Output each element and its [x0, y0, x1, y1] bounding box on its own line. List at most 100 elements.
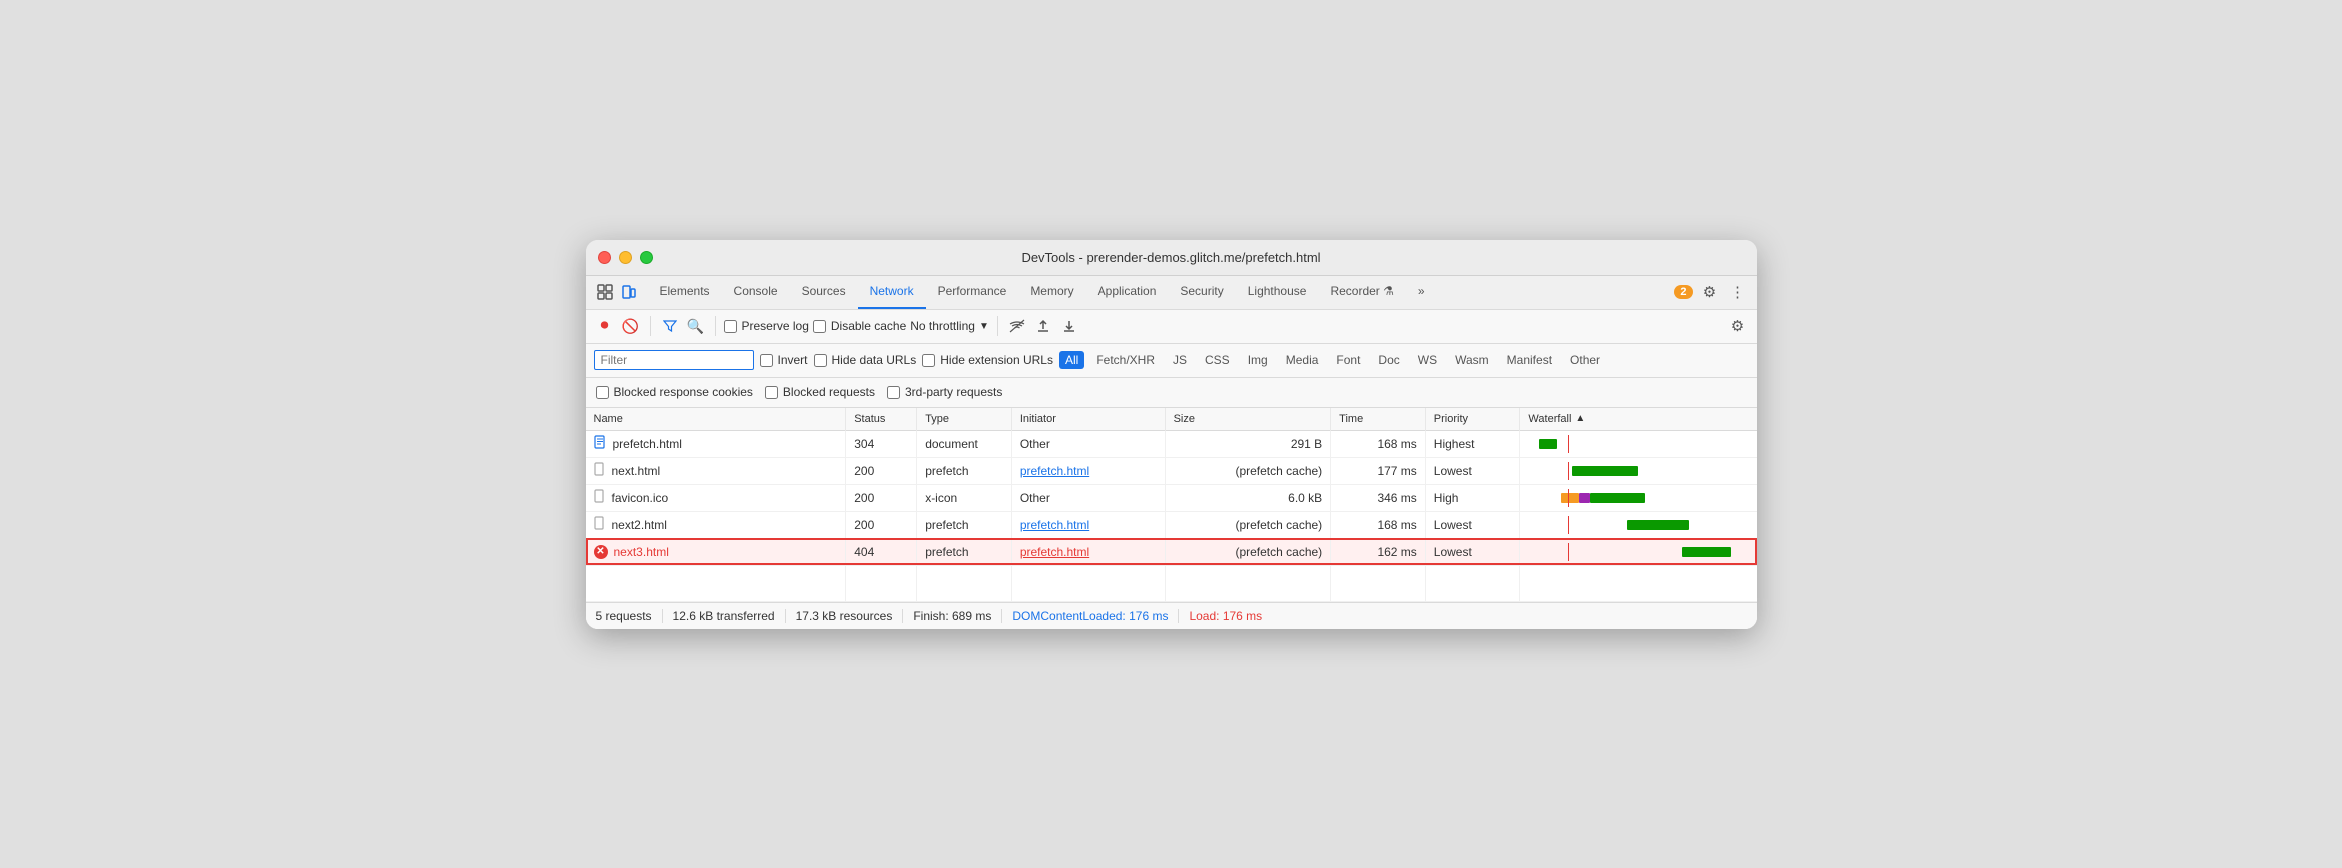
- file-icon: [594, 462, 606, 479]
- minimize-button[interactable]: [619, 251, 632, 264]
- clear-button[interactable]: 🚫: [620, 315, 642, 337]
- tab-memory[interactable]: Memory: [1018, 276, 1085, 309]
- settings-icon[interactable]: ⚙: [1699, 281, 1721, 303]
- cell-waterfall: [1520, 484, 1757, 511]
- hide-data-urls-input[interactable]: [814, 354, 827, 367]
- filter-fetch-xhr-button[interactable]: Fetch/XHR: [1090, 351, 1161, 369]
- search-button[interactable]: 🔍: [685, 315, 707, 337]
- cell-size: (prefetch cache): [1165, 511, 1331, 538]
- dom-content-loaded: DOMContentLoaded: 176 ms: [1002, 609, 1179, 623]
- separator-3: [997, 316, 998, 336]
- filter-js-button[interactable]: JS: [1167, 351, 1193, 369]
- cell-initiator: Other: [1011, 484, 1165, 511]
- filter-ws-button[interactable]: WS: [1412, 351, 1443, 369]
- hide-extension-urls-input[interactable]: [922, 354, 935, 367]
- close-button[interactable]: [598, 251, 611, 264]
- th-time[interactable]: Time: [1331, 408, 1426, 431]
- filter-all-button[interactable]: All: [1059, 351, 1084, 369]
- tab-bar-left-icons: [594, 281, 640, 303]
- tab-security[interactable]: Security: [1168, 276, 1235, 309]
- filter-icon-button[interactable]: [659, 315, 681, 337]
- waterfall-bar: [1590, 493, 1645, 503]
- disable-cache-input[interactable]: [813, 320, 826, 333]
- tab-sources[interactable]: Sources: [790, 276, 858, 309]
- table-row[interactable]: prefetch.html304documentOther291 B168 ms…: [586, 430, 1757, 457]
- filter-img-button[interactable]: Img: [1242, 351, 1274, 369]
- th-status[interactable]: Status: [846, 408, 917, 431]
- network-table-container: Name Status Type Initiator Size Time Pri…: [586, 408, 1757, 602]
- invert-checkbox[interactable]: Invert: [760, 353, 808, 367]
- third-party-checkbox[interactable]: 3rd-party requests: [887, 385, 1002, 399]
- cell-waterfall: [1520, 538, 1757, 565]
- tab-application[interactable]: Application: [1086, 276, 1169, 309]
- filter-wasm-button[interactable]: Wasm: [1449, 351, 1495, 369]
- tab-elements[interactable]: Elements: [648, 276, 722, 309]
- waterfall-redline: [1568, 543, 1569, 561]
- table-row[interactable]: next.html200prefetchprefetch.html(prefet…: [586, 457, 1757, 484]
- network-settings-icon[interactable]: ⚙: [1727, 315, 1749, 337]
- th-priority[interactable]: Priority: [1425, 408, 1520, 431]
- th-name[interactable]: Name: [586, 408, 846, 431]
- throttle-label: No throttling: [910, 319, 975, 333]
- resources-size: 17.3 kB resources: [786, 609, 904, 623]
- transferred-size: 12.6 kB transferred: [663, 609, 786, 623]
- tab-lighthouse[interactable]: Lighthouse: [1236, 276, 1319, 309]
- invert-input[interactable]: [760, 354, 773, 367]
- tab-performance[interactable]: Performance: [926, 276, 1019, 309]
- cell-initiator[interactable]: prefetch.html: [1011, 511, 1165, 538]
- cell-initiator[interactable]: prefetch.html: [1011, 538, 1165, 565]
- tab-recorder[interactable]: Recorder ⚗: [1318, 276, 1405, 309]
- th-type[interactable]: Type: [917, 408, 1012, 431]
- device-toolbar-icon[interactable]: [618, 281, 640, 303]
- preserve-log-checkbox[interactable]: Preserve log: [724, 319, 809, 333]
- table-row[interactable]: next2.html200prefetchprefetch.html(prefe…: [586, 511, 1757, 538]
- download-icon[interactable]: [1058, 315, 1080, 337]
- blocked-requests-checkbox[interactable]: Blocked requests: [765, 385, 875, 399]
- table-header-row: Name Status Type Initiator Size Time Pri…: [586, 408, 1757, 431]
- blocked-cookies-checkbox[interactable]: Blocked response cookies: [596, 385, 753, 399]
- record-stop-button[interactable]: ⏺: [594, 315, 616, 337]
- inspect-icon[interactable]: [594, 281, 616, 303]
- waterfall-bar: [1579, 493, 1590, 503]
- table-row[interactable]: favicon.ico200x-iconOther6.0 kB346 msHig…: [586, 484, 1757, 511]
- upload-icon[interactable]: [1032, 315, 1054, 337]
- filter-manifest-button[interactable]: Manifest: [1501, 351, 1558, 369]
- filter-css-button[interactable]: CSS: [1199, 351, 1236, 369]
- hide-extension-urls-checkbox[interactable]: Hide extension URLs: [922, 353, 1053, 367]
- cell-size: (prefetch cache): [1165, 457, 1331, 484]
- blocked-requests-input[interactable]: [765, 386, 778, 399]
- th-initiator[interactable]: Initiator: [1011, 408, 1165, 431]
- hide-data-urls-checkbox[interactable]: Hide data URLs: [814, 353, 917, 367]
- filter-media-button[interactable]: Media: [1280, 351, 1325, 369]
- more-options-icon[interactable]: ⋮: [1727, 281, 1749, 303]
- cell-type: prefetch: [917, 457, 1012, 484]
- preserve-log-input[interactable]: [724, 320, 737, 333]
- tab-more[interactable]: »: [1406, 276, 1437, 309]
- cell-status: 200: [846, 484, 917, 511]
- disable-cache-checkbox[interactable]: Disable cache: [813, 319, 906, 333]
- throttle-dropdown[interactable]: No throttling ▼: [910, 319, 989, 333]
- third-party-input[interactable]: [887, 386, 900, 399]
- cell-priority: Highest: [1425, 430, 1520, 457]
- waterfall-bar: [1627, 520, 1689, 530]
- filter-doc-button[interactable]: Doc: [1372, 351, 1405, 369]
- doc-icon: [594, 435, 607, 452]
- table-row[interactable]: ✕next3.html404prefetchprefetch.html(pref…: [586, 538, 1757, 565]
- initiator-link[interactable]: prefetch.html: [1020, 545, 1089, 559]
- cell-type: prefetch: [917, 511, 1012, 538]
- tab-console[interactable]: Console: [722, 276, 790, 309]
- th-waterfall[interactable]: Waterfall ▲: [1520, 408, 1757, 431]
- cell-initiator[interactable]: prefetch.html: [1011, 457, 1165, 484]
- wifi-icon[interactable]: [1006, 315, 1028, 337]
- maximize-button[interactable]: [640, 251, 653, 264]
- filter-font-button[interactable]: Font: [1330, 351, 1366, 369]
- filter-input[interactable]: [594, 350, 754, 370]
- tab-network[interactable]: Network: [858, 276, 926, 309]
- th-size[interactable]: Size: [1165, 408, 1331, 431]
- blocked-cookies-input[interactable]: [596, 386, 609, 399]
- initiator-link[interactable]: prefetch.html: [1020, 518, 1089, 532]
- filter-other-button[interactable]: Other: [1564, 351, 1606, 369]
- waterfall-redline: [1568, 435, 1569, 453]
- initiator-link[interactable]: prefetch.html: [1020, 464, 1089, 478]
- waterfall-bar: [1561, 493, 1579, 503]
